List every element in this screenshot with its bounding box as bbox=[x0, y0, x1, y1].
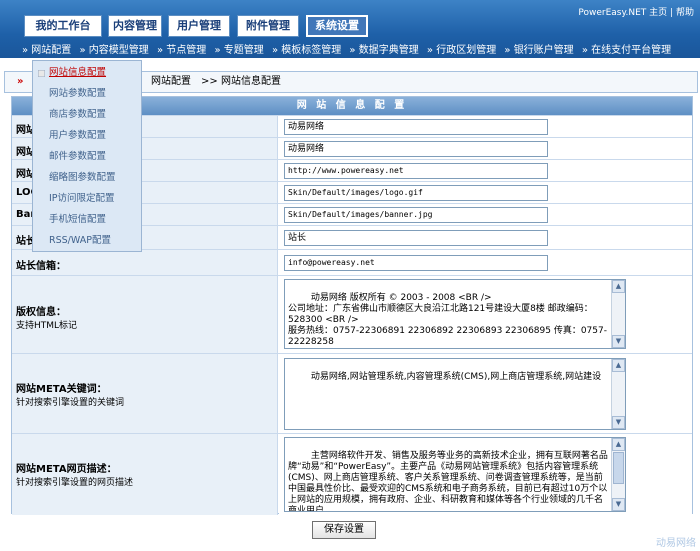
dropdown-site-param-config[interactable]: 网站参数配置 bbox=[49, 86, 106, 102]
subnav-node-management[interactable]: 节点管理 bbox=[157, 45, 206, 56]
site-url-input[interactable]: http://www.powereasy.net bbox=[284, 163, 548, 179]
copyright-text: 动易网络 版权所有 © 2003 - 2008 <BR /> 公司地址：广东省佛… bbox=[288, 293, 607, 347]
form-row: 站长信箱： info@powereasy.net bbox=[12, 249, 692, 275]
tab-system-settings[interactable]: 系统设置 bbox=[306, 15, 368, 37]
save-button[interactable]: 保存设置 bbox=[312, 521, 376, 539]
subnav-data-dictionary[interactable]: 数据字典管理 bbox=[349, 45, 418, 56]
copyright-scrollbar[interactable]: ▲ ▼ bbox=[611, 280, 625, 348]
tab-attachment-management[interactable]: 附件管理 bbox=[237, 15, 299, 37]
keywords-desc: 针对搜索引擎设置的关键词 bbox=[16, 398, 125, 408]
subnav-region-management[interactable]: 行政区划管理 bbox=[427, 45, 496, 56]
footer-watermark: 动易网络 bbox=[656, 538, 696, 549]
tab-my-workbench[interactable]: 我的工作台 bbox=[24, 15, 102, 37]
copyright-label: 版权信息： bbox=[16, 307, 66, 318]
scroll-down-icon[interactable]: ▼ bbox=[612, 335, 625, 348]
top-links: PowerEasy.NET 主页 | 帮助 bbox=[578, 5, 694, 18]
breadcrumb-arrow-icon: » bbox=[17, 76, 24, 87]
dropdown-rss-wap-config[interactable]: RSS/WAP配置 bbox=[49, 233, 111, 249]
copyright-desc: 支持HTML标记 bbox=[16, 321, 78, 331]
site-name-input[interactable]: 动易网络 bbox=[284, 119, 548, 135]
subnav-template-tags[interactable]: 模板标签管理 bbox=[272, 45, 341, 56]
keywords-text: 动易网络,网站管理系统,内容管理系统(CMS),网上商店管理系统,网站建设 bbox=[310, 372, 602, 382]
webmaster-input[interactable]: 站长 bbox=[284, 230, 548, 246]
dropdown-thumbnail-param-config[interactable]: 缩略图参数配置 bbox=[49, 170, 116, 186]
keywords-textarea[interactable]: 动易网络,网站管理系统,内容管理系统(CMS),网上商店管理系统,网站建设 ▲ … bbox=[284, 358, 626, 430]
dropdown-user-param-config[interactable]: 用户参数配置 bbox=[49, 128, 106, 144]
subnav-bank-accounts[interactable]: 银行账户管理 bbox=[504, 45, 573, 56]
description-scrollbar[interactable]: ▲ ▼ bbox=[611, 438, 625, 511]
row-label: 站长信箱： bbox=[16, 261, 66, 272]
dropdown-ip-access-config[interactable]: IP访问限定配置 bbox=[49, 191, 115, 207]
webmaster-email-input[interactable]: info@powereasy.net bbox=[284, 255, 548, 271]
top-header: 我的工作台 内容管理 用户管理 附件管理 系统设置 PowerEasy.NET … bbox=[0, 0, 700, 58]
logo-path-input[interactable]: Skin/Default/images/logo.gif bbox=[284, 185, 548, 201]
scroll-up-icon[interactable]: ▲ bbox=[612, 438, 625, 451]
site-title-input[interactable]: 动易网络 bbox=[284, 141, 548, 157]
form-row-description: 网站META网页描述： 针对搜索引擎设置的网页描述 主营网络软件开发、销售及服务… bbox=[12, 433, 692, 515]
subnav-online-payment[interactable]: 在线支付平台管理 bbox=[582, 45, 671, 56]
description-text: 主营网络软件开发、销售及服务等业务的高新技术企业，拥有互联网著名品牌“动易”和“… bbox=[288, 451, 608, 512]
copyright-textarea[interactable]: 动易网络 版权所有 © 2003 - 2008 <BR /> 公司地址：广东省佛… bbox=[284, 279, 626, 349]
subnav-site-config[interactable]: 网站配置 bbox=[22, 45, 71, 56]
site-config-dropdown: 网站信息配置 网站参数配置 商店参数配置 用户参数配置 邮件参数配置 缩略图参数… bbox=[32, 60, 142, 252]
links-separator: | bbox=[670, 8, 674, 18]
tab-content-management[interactable]: 内容管理 bbox=[108, 15, 162, 37]
scroll-down-icon[interactable]: ▼ bbox=[612, 416, 625, 429]
description-desc: 针对搜索引擎设置的网页描述 bbox=[16, 478, 134, 488]
dropdown-mail-param-config[interactable]: 邮件参数配置 bbox=[49, 149, 106, 165]
dropdown-sms-config[interactable]: 手机短信配置 bbox=[49, 212, 106, 228]
help-link[interactable]: 帮助 bbox=[676, 8, 694, 18]
banner-path-input[interactable]: Skin/Default/images/banner.jpg bbox=[284, 207, 548, 223]
subnav-content-model[interactable]: 内容模型管理 bbox=[79, 45, 148, 56]
description-textarea[interactable]: 主营网络软件开发、销售及服务等业务的高新技术企业，拥有互联网著名品牌“动易”和“… bbox=[284, 437, 626, 512]
keywords-scrollbar[interactable]: ▲ ▼ bbox=[611, 359, 625, 429]
form-row-keywords: 网站META关键词： 针对搜索引擎设置的关键词 动易网络,网站管理系统,内容管理… bbox=[12, 353, 692, 433]
scroll-up-icon[interactable]: ▲ bbox=[612, 359, 625, 372]
dropdown-site-info-config[interactable]: 网站信息配置 bbox=[49, 65, 106, 81]
brand-label: PowerEasy.NET bbox=[578, 8, 647, 18]
sub-navigation: 网站配置 内容模型管理 节点管理 专题管理 模板标签管理 数据字典管理 行政区划… bbox=[22, 41, 676, 56]
description-label: 网站META网页描述： bbox=[16, 464, 117, 475]
menu-bullet-icon bbox=[38, 70, 45, 77]
form-row-copyright: 版权信息： 支持HTML标记 动易网络 版权所有 © 2003 - 2008 <… bbox=[12, 275, 692, 353]
breadcrumb-site-config[interactable]: 网站配置 bbox=[151, 72, 191, 92]
home-link[interactable]: 主页 bbox=[649, 8, 667, 18]
dropdown-shop-param-config[interactable]: 商店参数配置 bbox=[49, 107, 106, 123]
scroll-down-icon[interactable]: ▼ bbox=[612, 498, 625, 511]
scroll-up-icon[interactable]: ▲ bbox=[612, 280, 625, 293]
scroll-thumb[interactable] bbox=[613, 452, 624, 484]
tab-user-management[interactable]: 用户管理 bbox=[168, 15, 230, 37]
keywords-label: 网站META关键词： bbox=[16, 384, 107, 395]
subnav-topic-management[interactable]: 专题管理 bbox=[214, 45, 263, 56]
breadcrumb-current: >> 网站信息配置 bbox=[201, 76, 281, 87]
